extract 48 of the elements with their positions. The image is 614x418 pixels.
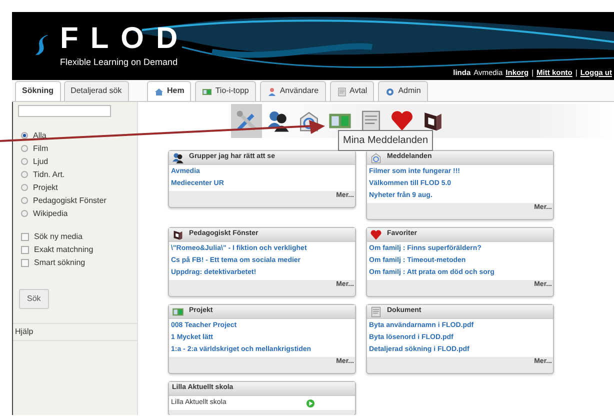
radio-button[interactable] xyxy=(21,145,28,152)
main-tab[interactable]: Hem xyxy=(147,81,192,101)
film-icon xyxy=(202,86,212,96)
person-icon xyxy=(266,86,277,96)
help-link[interactable]: Hjälp xyxy=(13,323,137,341)
heart-icon xyxy=(370,228,382,240)
search-tab[interactable]: Sökning xyxy=(15,81,61,101)
search-tab[interactable]: Detaljerad sök xyxy=(64,81,129,101)
document-icon xyxy=(336,86,347,96)
gear-icon xyxy=(385,86,396,96)
radio-button[interactable] xyxy=(21,132,28,139)
tagline: Flexible Learning on Demand xyxy=(60,56,179,69)
radio-button[interactable] xyxy=(21,197,28,204)
checkbox-label: Exakt matchning xyxy=(34,244,94,256)
checkbox-label: Smart sökning xyxy=(34,256,86,268)
checkbox[interactable] xyxy=(21,258,29,266)
radio-button[interactable] xyxy=(21,184,28,191)
radio-label: Projekt xyxy=(33,182,58,194)
radio-label: Film xyxy=(33,142,48,154)
radio-button[interactable] xyxy=(21,210,28,217)
main-tab[interactable]: Admin xyxy=(378,81,428,101)
users-icon xyxy=(172,152,184,164)
tooltip: Mina Meddelanden xyxy=(338,130,434,151)
radio-label: Ljud xyxy=(33,156,48,168)
checkbox[interactable] xyxy=(21,246,29,254)
radio-label: Alla xyxy=(33,130,46,142)
checkbox[interactable] xyxy=(21,232,29,240)
radio-label: Pedagogiskt Fönster xyxy=(33,194,106,206)
document-icon xyxy=(370,306,382,318)
main-tab[interactable]: Avtal xyxy=(330,81,374,101)
main-tab[interactable]: Användare xyxy=(260,81,326,101)
radio-button[interactable] xyxy=(21,158,28,165)
play-icon[interactable] xyxy=(306,398,315,408)
tools-icon xyxy=(234,109,258,133)
house-icon xyxy=(154,86,164,96)
checkbox-label: Sök ny media xyxy=(34,230,82,242)
book-icon xyxy=(172,228,184,240)
film-icon xyxy=(172,306,184,318)
search-button[interactable]: Sök xyxy=(19,289,49,309)
logo-text: FLOD xyxy=(60,24,190,54)
users-icon xyxy=(266,109,290,133)
at-sign-icon xyxy=(370,152,382,164)
main-tab[interactable]: Tio-i-topp xyxy=(195,81,256,101)
heart-icon xyxy=(390,109,414,133)
radio-button[interactable] xyxy=(21,171,28,178)
radio-label: Tidn. Art. xyxy=(33,168,65,180)
search-field[interactable] xyxy=(18,105,111,117)
radio-label: Wikipedia xyxy=(33,208,68,220)
